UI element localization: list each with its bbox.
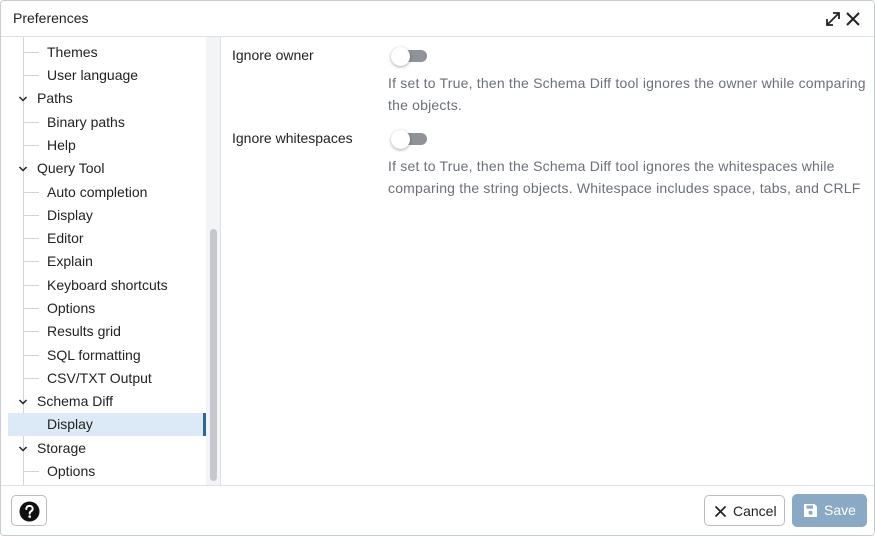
tree-item-label: Themes bbox=[47, 44, 98, 60]
dialog-footer: Cancel Save bbox=[1, 485, 874, 535]
ignore-whitespaces-toggle[interactable] bbox=[391, 130, 429, 149]
help-button[interactable] bbox=[11, 495, 47, 526]
tree-item-label: Results grid bbox=[47, 323, 121, 339]
tree-item-label: User language bbox=[47, 67, 139, 83]
tree-item-label: Help bbox=[47, 137, 76, 153]
close-icon bbox=[714, 505, 727, 518]
ignore-whitespaces-help: If set to True, then the Schema Diff too… bbox=[388, 158, 861, 196]
tree-item-keyboard-shortcuts[interactable]: Keyboard shortcuts bbox=[1, 274, 201, 297]
dialog-title: Preferences bbox=[13, 10, 89, 26]
tree-item-results-grid[interactable]: Results grid bbox=[1, 320, 201, 343]
tree-item-editor[interactable]: Editor bbox=[1, 227, 201, 250]
toggle-knob bbox=[391, 130, 410, 149]
tree-item-binary-paths[interactable]: Binary paths bbox=[1, 111, 201, 134]
toggle-knob bbox=[391, 47, 410, 66]
tree-item-help[interactable]: Help bbox=[1, 134, 201, 157]
tree-item-label: Auto completion bbox=[47, 184, 148, 200]
tree-item-schema-diff-display[interactable]: Display bbox=[8, 413, 206, 436]
chevron-down-icon[interactable] bbox=[18, 397, 28, 407]
tree-item-label: Storage bbox=[37, 440, 87, 456]
tree-item-storage-options[interactable]: Options bbox=[1, 460, 201, 483]
tree-item-label: Display bbox=[47, 416, 93, 432]
tree-item-paths[interactable]: Paths bbox=[1, 87, 201, 110]
preferences-panel: Ignore owner If set to True, then the Sc… bbox=[222, 37, 874, 485]
preferences-dialog: Preferences Themes User language Paths B… bbox=[0, 0, 875, 536]
tree-item-label: Schema Diff bbox=[37, 393, 113, 409]
tree-item-query-tool[interactable]: Query Tool bbox=[1, 157, 201, 180]
tree-item-label: Options bbox=[47, 463, 96, 479]
tree-item-label: Display bbox=[47, 207, 93, 223]
tree-item-auto-completion[interactable]: Auto completion bbox=[1, 181, 201, 204]
sidebar-scrollbar[interactable] bbox=[206, 37, 221, 485]
tree-item-themes[interactable]: Themes bbox=[1, 41, 201, 64]
chevron-down-icon[interactable] bbox=[18, 444, 28, 454]
ignore-owner-toggle[interactable] bbox=[391, 47, 429, 66]
cancel-button-label: Cancel bbox=[733, 503, 777, 519]
question-circle-icon bbox=[19, 501, 40, 522]
ignore-whitespaces-label: Ignore whitespaces bbox=[232, 130, 353, 146]
save-button[interactable]: Save bbox=[792, 494, 867, 527]
tree-item-label: Explain bbox=[47, 253, 93, 269]
tree-item-label: Paths bbox=[37, 90, 73, 106]
tree-item-options[interactable]: Options bbox=[1, 297, 201, 320]
tree-item-label: SQL formatting bbox=[47, 347, 141, 363]
ignore-owner-help: If set to True, then the Schema Diff too… bbox=[388, 75, 866, 113]
tree-item-label: CSV/TXT Output bbox=[47, 370, 152, 386]
tree-item-explain[interactable]: Explain bbox=[1, 250, 201, 273]
save-icon bbox=[804, 504, 817, 517]
tree-item-schema-diff[interactable]: Schema Diff bbox=[1, 390, 201, 413]
chevron-down-icon[interactable] bbox=[18, 94, 28, 104]
tree-item-label: Editor bbox=[47, 230, 84, 246]
save-button-label: Save bbox=[824, 502, 856, 518]
preferences-tree: Themes User language Paths Binary paths … bbox=[1, 37, 206, 485]
ignore-owner-label: Ignore owner bbox=[232, 47, 314, 63]
tree-item-storage[interactable]: Storage bbox=[1, 437, 201, 460]
scrollbar-thumb[interactable] bbox=[210, 229, 217, 481]
tree-item-user-language[interactable]: User language bbox=[1, 64, 201, 87]
close-icon[interactable] bbox=[843, 9, 863, 29]
cancel-button[interactable]: Cancel bbox=[704, 495, 785, 526]
maximize-icon[interactable] bbox=[823, 9, 843, 29]
tree-item-label: Query Tool bbox=[37, 160, 105, 176]
dialog-titlebar[interactable]: Preferences bbox=[1, 1, 874, 37]
chevron-down-icon[interactable] bbox=[18, 164, 28, 174]
tree-item-display[interactable]: Display bbox=[1, 204, 201, 227]
tree-item-label: Options bbox=[47, 300, 96, 316]
tree-item-csv-txt-output[interactable]: CSV/TXT Output bbox=[1, 367, 201, 390]
tree-item-label: Keyboard shortcuts bbox=[47, 277, 168, 293]
tree-item-sql-formatting[interactable]: SQL formatting bbox=[1, 344, 201, 367]
tree-item-label: Binary paths bbox=[47, 114, 125, 130]
